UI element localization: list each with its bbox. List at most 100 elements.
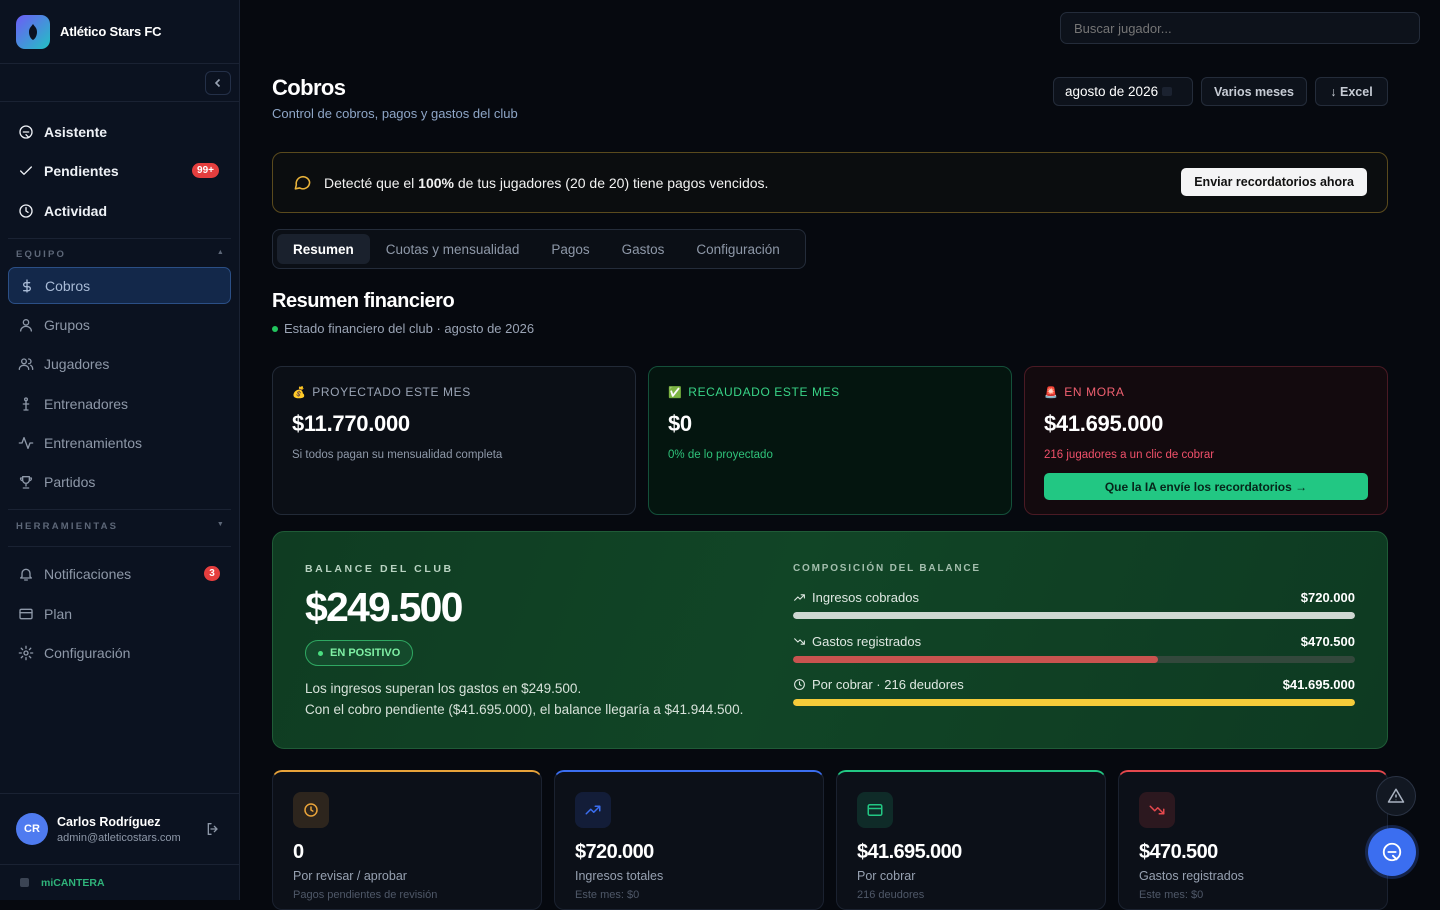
- sidebar-item-label: Partidos: [44, 473, 96, 490]
- status-dot: [272, 325, 278, 332]
- footer-brand-name: miCANTERA: [41, 876, 105, 889]
- kpi-por-cobrar: $41.695.000 Por cobrar 216 deudores: [836, 770, 1106, 910]
- card-note: Si todos pagan su mensualidad completa: [292, 449, 503, 461]
- sidebar-item-entrenamientos[interactable]: Entrenamientos: [8, 424, 231, 461]
- sidebar-item-label: Notificaciones: [44, 565, 132, 582]
- user-icon: [18, 317, 34, 333]
- balance-value: $249.500: [305, 584, 463, 630]
- tab-resumen[interactable]: Resumen: [277, 234, 370, 264]
- sidebar-item-plan[interactable]: Plan: [8, 595, 231, 632]
- clock-icon: [293, 792, 329, 828]
- caret-up-icon: ▲: [216, 249, 226, 256]
- row-label: Ingresos cobrados: [812, 590, 919, 605]
- balance-label: BALANCE DEL CLUB: [305, 563, 454, 575]
- composition-label: COMPOSICIÓN DEL BALANCE: [793, 563, 981, 574]
- sidebar-item-label: Actividad: [44, 202, 108, 219]
- status-badge: EN POSITIVO: [305, 640, 414, 666]
- export-excel-button[interactable]: ↓ Excel: [1315, 77, 1388, 106]
- dollar-icon: [19, 278, 35, 294]
- progress-bar: [793, 612, 1355, 619]
- page-subtitle: Control de cobros, pagos y gastos del cl…: [272, 106, 518, 121]
- collapse-sidebar-button[interactable]: [205, 71, 231, 95]
- card-mora: 🚨 EN MORA $41.695.000 216 jugadores a un …: [1024, 366, 1388, 515]
- balance-line-2: Con el cobro pendiente ($41.695.000), el…: [305, 702, 744, 717]
- tab-pagos[interactable]: Pagos: [535, 234, 605, 264]
- sidebar-item-label: Jugadores: [44, 355, 110, 372]
- report-issue-button[interactable]: [1376, 776, 1416, 816]
- logout-icon[interactable]: [205, 821, 221, 842]
- main-content: Cobros Control de cobros, pagos y gastos…: [240, 0, 1440, 910]
- chat-assistant-button[interactable]: [1368, 828, 1416, 876]
- sidebar-item-grupos[interactable]: Grupos: [8, 306, 231, 343]
- card-value: $11.770.000: [292, 411, 410, 436]
- row-amount: $720.000: [1300, 590, 1355, 605]
- tab-configuracion[interactable]: Configuración: [680, 234, 795, 264]
- composition-row-por-cobrar: Por cobrar · 216 deudores $41.695.000: [793, 677, 1355, 706]
- summary-subtitle: Estado financiero del club · agosto de 2…: [272, 321, 534, 336]
- search-input[interactable]: [1060, 12, 1420, 44]
- whistle-icon: [18, 396, 34, 412]
- tab-bar: Resumen Cuotas y mensualidad Pagos Gasto…: [272, 229, 806, 269]
- month-picker[interactable]: agosto de 2026: [1053, 77, 1193, 106]
- kpi-sub: 216 deudores: [857, 889, 925, 901]
- sidebar-item-asistente[interactable]: Asistente: [8, 113, 231, 150]
- balance-line-1: Los ingresos superan los gastos en $249.…: [305, 681, 582, 696]
- kpi-ingresos: $720.000 Ingresos totales Este mes: $0: [554, 770, 824, 910]
- clock-icon: [18, 203, 34, 219]
- card-label: EN MORA: [1064, 385, 1125, 399]
- card-value: $0: [668, 411, 692, 436]
- send-reminders-button[interactable]: Enviar recordatorios ahora: [1181, 168, 1367, 196]
- card-recaudado: ✅ RECAUDADO ESTE MES $0 0% de lo proyecta…: [648, 366, 1012, 515]
- user-email: admin@atleticostars.com: [57, 831, 181, 844]
- club-logo-icon: [16, 14, 50, 49]
- user-name: Carlos Rodríguez: [57, 814, 161, 829]
- trending-up-icon: [575, 792, 611, 828]
- tab-gastos[interactable]: Gastos: [606, 234, 681, 264]
- trending-up-icon: [794, 594, 805, 601]
- sidebar-item-entrenadores[interactable]: Entrenadores: [8, 385, 231, 422]
- kpi-label: Por cobrar: [857, 869, 916, 883]
- card-label: RECAUDADO ESTE MES: [688, 385, 840, 399]
- calendar-icon: [1162, 87, 1173, 96]
- caret-down-icon: ▼: [216, 521, 226, 528]
- sidebar: Atlético Stars FC Asistente Pendientes 9…: [0, 0, 240, 900]
- kpi-sub: Este mes: $0: [575, 889, 640, 901]
- sidebar-item-jugadores[interactable]: Jugadores: [8, 345, 231, 382]
- sidebar-item-label: Configuración: [44, 644, 131, 661]
- check-box-icon: ✅: [668, 386, 683, 399]
- user-profile[interactable]: CR Carlos Rodríguez admin@atleticostars.…: [0, 793, 239, 864]
- multi-month-button[interactable]: Varios meses: [1201, 77, 1307, 106]
- sidebar-item-actividad[interactable]: Actividad: [8, 192, 231, 229]
- chevron-left-icon: [214, 78, 221, 88]
- sidebar-item-configuracion[interactable]: Configuración: [8, 634, 231, 671]
- kpi-label: Por revisar / aprobar: [293, 869, 407, 883]
- trending-down-icon: [1139, 792, 1175, 828]
- collapse-row: [0, 64, 239, 102]
- progress-bar: [793, 699, 1355, 706]
- brand[interactable]: Atlético Stars FC: [0, 0, 239, 64]
- message-icon: [293, 173, 312, 192]
- kpi-value: $720.000: [575, 841, 654, 863]
- tab-cuotas[interactable]: Cuotas y mensualidad: [370, 234, 536, 264]
- kpi-sub: Este mes: $0: [1139, 889, 1204, 901]
- row-label: Por cobrar · 216 deudores: [812, 677, 964, 692]
- money-bag-icon: 💰: [292, 386, 307, 399]
- sidebar-item-partidos[interactable]: Partidos: [8, 463, 231, 500]
- sidebar-item-label: Entrenadores: [44, 395, 129, 412]
- card-icon: [857, 792, 893, 828]
- divider: [8, 509, 231, 510]
- divider: [8, 238, 231, 239]
- sidebar-item-notificaciones[interactable]: Notificaciones 3: [8, 555, 231, 592]
- section-herramientas[interactable]: HERRAMIENTAS ▼: [16, 521, 230, 532]
- card-value: $41.695.000: [1044, 411, 1164, 436]
- sidebar-item-cobros[interactable]: Cobros: [8, 267, 231, 304]
- kpi-gastos: $470.500 Gastos registrados Este mes: $0: [1118, 770, 1388, 910]
- sidebar-item-label: Grupos: [44, 316, 90, 333]
- ai-reminders-button[interactable]: Que la IA envíe los recordatorios →: [1044, 473, 1368, 500]
- section-equipo[interactable]: EQUIPO ▲: [16, 249, 230, 260]
- kpi-value: 0: [293, 841, 304, 863]
- activity-icon: [18, 435, 34, 451]
- siren-icon: 🚨: [1044, 386, 1059, 399]
- kpi-value: $470.500: [1139, 841, 1218, 863]
- sidebar-item-pendientes[interactable]: Pendientes 99+: [8, 152, 231, 189]
